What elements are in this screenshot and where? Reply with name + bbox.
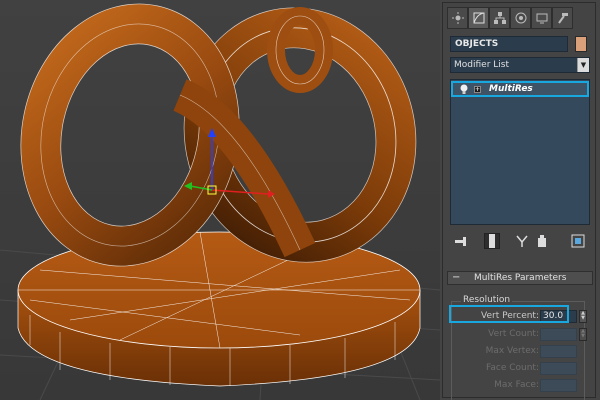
- max-face-row: Max Face:: [451, 379, 591, 393]
- tab-hierarchy[interactable]: [489, 7, 510, 29]
- tab-utilities[interactable]: [552, 7, 573, 29]
- command-panel-frame: OBJECTS Modifier List ▼ + MultiRes − Mul…: [442, 2, 596, 400]
- max-vertex-value: [540, 345, 577, 358]
- collapse-icon: −: [452, 272, 461, 283]
- perspective-viewport[interactable]: [0, 0, 440, 400]
- rollout-title: MultiRes Parameters: [474, 273, 567, 283]
- vert-count-label: Vert Count:: [488, 329, 539, 339]
- command-panel-tabs: [447, 7, 595, 29]
- vert-count-spinner: ▲ ▼: [579, 328, 587, 341]
- stack-toolbar: [450, 231, 590, 251]
- remove-modifier-icon: [538, 235, 546, 247]
- max-face-value: [540, 379, 577, 392]
- vert-percent-label: Vert Percent:: [481, 311, 539, 321]
- modifier-list-dropdown[interactable]: Modifier List ▼: [450, 57, 590, 73]
- vert-count-input: [540, 328, 577, 341]
- remove-modifier-button[interactable]: [534, 233, 550, 249]
- tab-create[interactable]: [447, 7, 468, 29]
- object-color-swatch[interactable]: [575, 36, 587, 52]
- motion-icon: [515, 12, 526, 24]
- object-name-field[interactable]: OBJECTS: [450, 36, 568, 52]
- vert-percent-input[interactable]: 30.0: [540, 310, 577, 323]
- sun-icon: [451, 12, 464, 24]
- vert-percent-row: Vert Percent: 30.0 ▲ ▼: [451, 310, 591, 324]
- show-end-result-button[interactable]: [484, 233, 500, 249]
- max-face-label: Max Face:: [494, 380, 539, 390]
- make-unique-button[interactable]: [514, 233, 530, 249]
- face-count-label: Face Count:: [486, 363, 539, 373]
- command-panel: OBJECTS Modifier List ▼ + MultiRes − Mul…: [440, 0, 600, 400]
- show-end-result-icon: [489, 234, 495, 248]
- chevron-down-icon[interactable]: ▼: [577, 58, 589, 72]
- hammer-icon: [557, 13, 568, 24]
- pin-stack-icon: [455, 237, 466, 246]
- face-count-value: [540, 362, 577, 375]
- vert-percent-spinner[interactable]: ▲ ▼: [579, 310, 587, 323]
- tab-display[interactable]: [531, 7, 552, 29]
- curve-edit-icon: [473, 12, 484, 24]
- face-count-row: Face Count:: [451, 362, 591, 376]
- expand-toggle-icon[interactable]: +: [474, 86, 481, 93]
- hierarchy-icon: [493, 12, 506, 24]
- tab-modify[interactable]: [468, 7, 489, 29]
- configure-sets-button[interactable]: [570, 233, 586, 249]
- make-unique-icon: [516, 235, 528, 247]
- tab-motion[interactable]: [510, 7, 531, 29]
- max-vertex-row: Max Vertex:: [451, 345, 591, 359]
- resolution-group-label: Resolution: [461, 295, 513, 305]
- pin-stack-button[interactable]: [454, 233, 470, 249]
- stack-item-label: MultiRes: [489, 84, 533, 94]
- modifier-stack[interactable]: + MultiRes: [450, 79, 590, 225]
- stack-item-multires[interactable]: + MultiRes: [451, 81, 589, 97]
- max-vertex-label: Max Vertex:: [485, 346, 539, 356]
- vert-count-row: Vert Count: ▲ ▼: [451, 328, 591, 342]
- modifier-list-label: Modifier List: [454, 60, 509, 70]
- viewport-scene: [0, 3, 440, 400]
- lightbulb-icon[interactable]: [460, 84, 468, 94]
- configure-sets-icon: [571, 234, 585, 248]
- display-icon: [536, 13, 547, 24]
- rollout-multires-parameters[interactable]: − MultiRes Parameters: [447, 271, 593, 285]
